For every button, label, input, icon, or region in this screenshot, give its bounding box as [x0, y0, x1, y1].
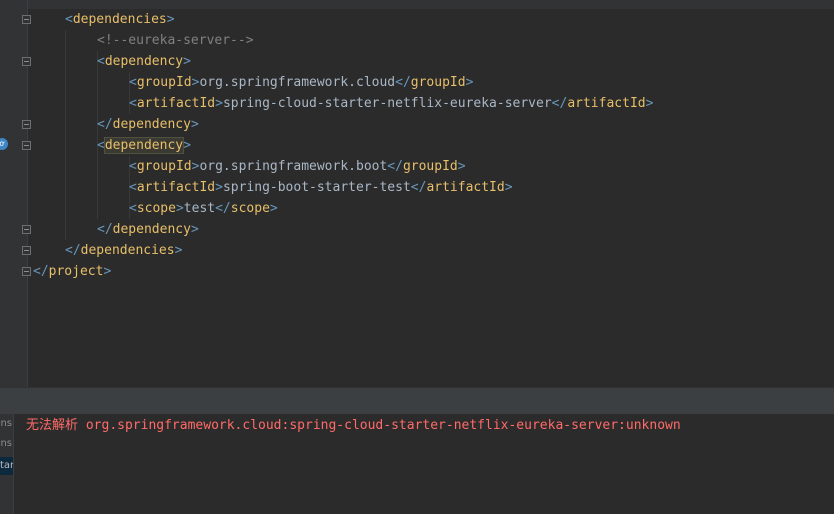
- code-token: scope: [230, 201, 270, 216]
- error-message[interactable]: 无法解析 org.springframework.cloud:spring-cl…: [26, 417, 681, 435]
- code-token: >: [183, 54, 191, 69]
- fold-marker-icon[interactable]: [22, 246, 31, 255]
- code-token: org.springframework.boot: [199, 159, 388, 174]
- code-line[interactable]: </project>: [33, 261, 111, 282]
- code-token: >: [190, 117, 199, 132]
- code-token: </: [551, 96, 568, 111]
- code-token: >: [174, 243, 183, 258]
- fold-marker-icon[interactable]: [22, 225, 31, 234]
- code-token: artifactId: [136, 96, 216, 111]
- code-token: >: [504, 180, 513, 195]
- code-token: >: [215, 96, 223, 111]
- code-token: groupId: [410, 75, 466, 90]
- code-token: artifactId: [136, 180, 216, 195]
- code-token: </: [395, 75, 411, 90]
- code-token: spring-cloud-starter-netflix-eureka-serv…: [222, 96, 552, 111]
- code-token: test: [183, 201, 216, 216]
- code-token: dependency: [112, 222, 191, 237]
- side-tab-selected[interactable]: tar: [0, 457, 13, 475]
- code-token: <: [65, 12, 73, 27]
- code-token: <: [97, 138, 105, 153]
- code-token: dependency: [112, 117, 191, 132]
- code-editor[interactable]: ơ <dependencies> <!--eureka-server--> <dep…: [0, 0, 834, 387]
- code-token: </: [97, 117, 113, 132]
- code-token: >: [457, 159, 466, 174]
- code-token: groupId: [402, 159, 458, 174]
- code-line[interactable]: <dependencies>: [65, 9, 175, 30]
- panel-divider[interactable]: [0, 387, 834, 415]
- code-line[interactable]: </dependency>: [97, 114, 199, 135]
- code-token: </: [97, 222, 113, 237]
- code-line[interactable]: <dependency>: [97, 135, 191, 156]
- code-line[interactable]: <scope>test</scope>: [129, 198, 278, 219]
- fold-marker-icon[interactable]: [22, 120, 31, 129]
- code-token: <!--eureka-server-->: [97, 33, 254, 48]
- side-tab-1[interactable]: ns: [0, 418, 12, 429]
- indent-guide: [65, 30, 66, 240]
- code-token: dependency: [103, 137, 185, 154]
- editor-top-strip: [0, 0, 834, 9]
- code-token: </: [65, 243, 81, 258]
- code-token: >: [645, 96, 654, 111]
- error-detail: org.springframework.cloud:spring-cloud-s…: [85, 418, 681, 433]
- code-line[interactable]: </dependency>: [97, 219, 199, 240]
- code-token: >: [190, 222, 199, 237]
- code-line[interactable]: </dependencies>: [65, 240, 182, 261]
- code-token: </: [33, 264, 49, 279]
- side-tab-2[interactable]: ns: [0, 438, 12, 449]
- code-token: artifactId: [567, 96, 646, 111]
- fold-marker-icon[interactable]: [22, 15, 31, 24]
- fold-marker-icon[interactable]: [22, 57, 31, 66]
- code-token: <: [129, 159, 137, 174]
- code-token: </: [215, 201, 231, 216]
- code-token: scope: [136, 201, 176, 216]
- code-token: >: [175, 201, 184, 216]
- code-token: <: [129, 96, 137, 111]
- code-token: spring-boot-starter-test: [222, 180, 411, 195]
- code-token: dependency: [104, 54, 184, 69]
- fold-marker-icon[interactable]: [22, 267, 31, 276]
- code-line[interactable]: <!--eureka-server-->: [97, 30, 254, 51]
- code-token: <: [129, 180, 137, 195]
- code-token: >: [465, 75, 474, 90]
- code-token: <: [129, 201, 137, 216]
- code-line[interactable]: <groupId>org.springframework.boot</group…: [129, 156, 466, 177]
- code-line[interactable]: <dependency>: [97, 51, 191, 72]
- code-token: dependencies: [80, 243, 175, 258]
- code-token: >: [183, 138, 191, 153]
- code-token: dependencies: [72, 12, 167, 27]
- code-token: org.springframework.cloud: [199, 75, 396, 90]
- code-token: project: [48, 264, 104, 279]
- code-token: <: [129, 75, 137, 90]
- code-token: >: [215, 180, 223, 195]
- error-prefix: 无法解析: [26, 418, 79, 433]
- code-token: artifactId: [426, 180, 505, 195]
- code-token: </: [410, 180, 427, 195]
- code-token: >: [166, 12, 175, 27]
- code-token: groupId: [136, 75, 192, 90]
- code-line[interactable]: <artifactId>spring-cloud-starter-netflix…: [129, 93, 653, 114]
- code-token: >: [269, 201, 278, 216]
- fold-marker-icon[interactable]: [22, 141, 31, 150]
- code-line[interactable]: <artifactId>spring-boot-starter-test</ar…: [129, 177, 513, 198]
- code-line[interactable]: <groupId>org.springframework.cloud</grou…: [129, 72, 473, 93]
- code-token: >: [103, 264, 112, 279]
- code-token: groupId: [136, 159, 192, 174]
- code-token: </: [387, 159, 403, 174]
- problems-side-tabs[interactable]: ns ns tar: [0, 414, 14, 514]
- code-token: <: [97, 54, 105, 69]
